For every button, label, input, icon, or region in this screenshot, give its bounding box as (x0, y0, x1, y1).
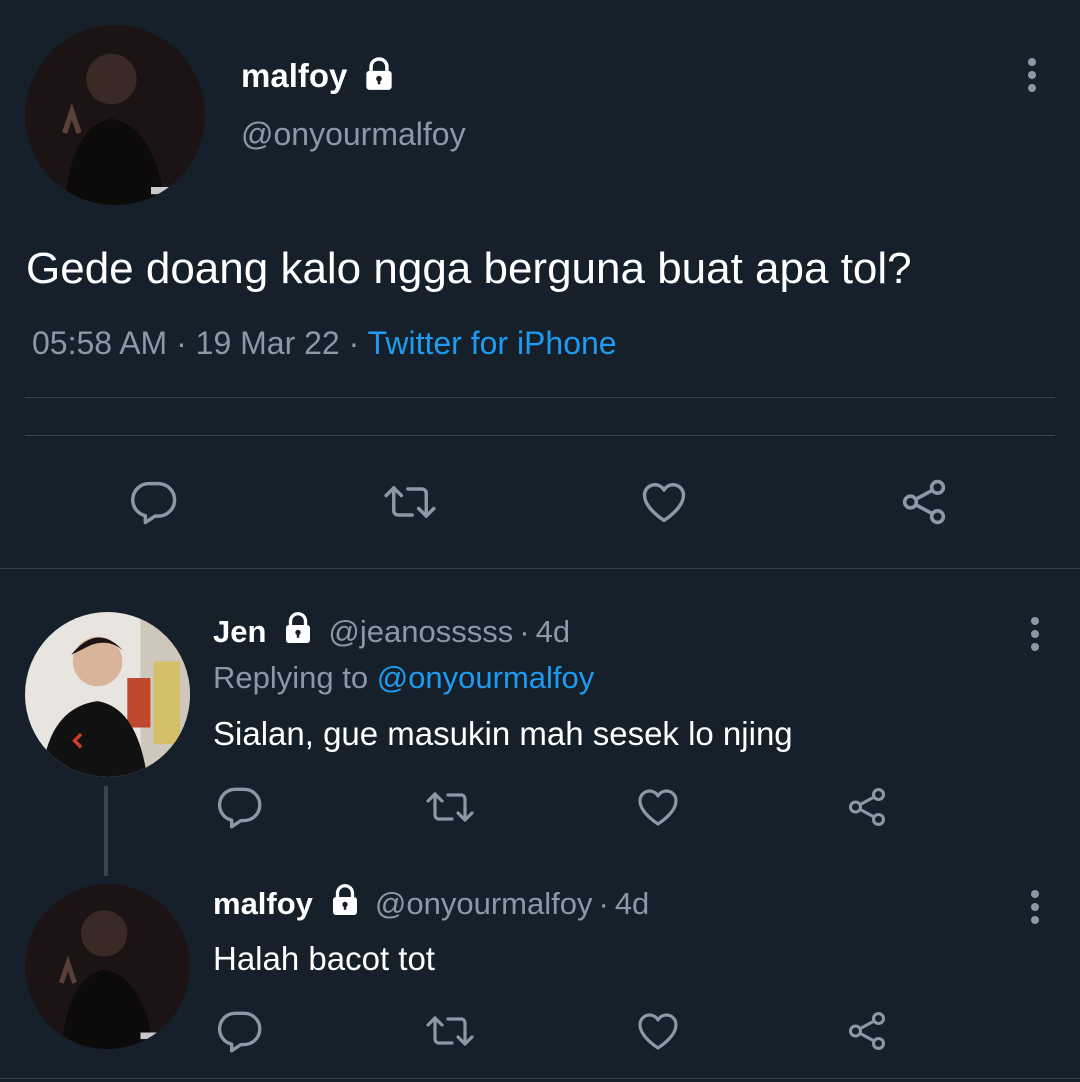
meta-separator: · (598, 886, 609, 921)
divider (25, 435, 1055, 436)
user-avatar-icon (25, 612, 190, 777)
reply-header: malfoy @onyourmalfoy · 4d (213, 884, 649, 924)
meta-separator: · (519, 614, 530, 649)
main-display-name[interactable]: malfoy (241, 57, 347, 95)
like-icon (642, 483, 686, 523)
share-icon (848, 1012, 886, 1050)
reply-icon (217, 787, 262, 829)
lock-icon (280, 610, 316, 654)
main-tweet-text: Gede doang kalo ngga berguna buat apa to… (26, 244, 912, 293)
replying-label: Replying to (213, 660, 369, 695)
like-button[interactable] (632, 1004, 684, 1058)
reply-icon (131, 481, 177, 525)
tweet-date: 19 Mar 22 (195, 325, 340, 361)
reply-header: Jen @jeanosssss · 4d (213, 612, 570, 652)
replying-to: Replying to @onyourmalfoy (213, 660, 594, 696)
share-button[interactable] (842, 1004, 892, 1058)
tweet-meta: 05:58 AM · 19 Mar 22 · Twitter for iPhon… (32, 325, 617, 362)
thread-line (104, 786, 108, 876)
retweet-button[interactable] (420, 780, 480, 834)
reply-avatar[interactable] (25, 612, 190, 777)
section-divider (0, 1078, 1080, 1079)
retweet-icon (426, 1016, 474, 1046)
reply-icon (217, 1011, 262, 1053)
lock-icon (360, 55, 398, 98)
user-avatar-icon (25, 884, 190, 1049)
reply-handle[interactable]: @jeanosssss (328, 614, 513, 650)
reply-button[interactable] (124, 474, 184, 530)
user-avatar-icon (25, 25, 205, 205)
reply-button[interactable] (212, 780, 268, 834)
divider (25, 397, 1055, 398)
reply-display-name[interactable]: Jen (213, 614, 266, 650)
more-vertical-icon[interactable] (1026, 58, 1038, 97)
like-button[interactable] (632, 780, 684, 834)
reply-avatar[interactable] (25, 884, 190, 1049)
reply-handle[interactable]: @onyourmalfoy (375, 886, 593, 922)
section-divider (0, 568, 1080, 569)
like-icon (638, 789, 678, 826)
retweet-icon (426, 792, 474, 822)
meta-separator: · (176, 325, 187, 361)
reply-button[interactable] (212, 1004, 268, 1058)
share-button[interactable] (842, 780, 892, 834)
share-button[interactable] (894, 474, 954, 530)
reply-age: 4d (535, 614, 571, 649)
reply-text: Sialan, gue masukin mah sesek lo njing (213, 715, 793, 752)
like-button[interactable] (634, 474, 694, 530)
like-icon (638, 1013, 678, 1050)
reply-display-name[interactable]: malfoy (213, 886, 313, 922)
share-icon (848, 788, 886, 826)
main-handle[interactable]: @onyourmalfoy (241, 116, 466, 153)
tweet-time: 05:58 AM (32, 325, 168, 361)
more-vertical-icon[interactable] (1029, 617, 1041, 656)
tweet-source-link[interactable]: Twitter for iPhone (368, 325, 617, 361)
meta-separator: · (348, 325, 360, 361)
retweet-button[interactable] (420, 1004, 480, 1058)
reply-text: Halah bacot tot (213, 940, 435, 977)
retweet-button[interactable] (376, 474, 444, 530)
share-icon (902, 479, 946, 525)
main-avatar[interactable] (25, 25, 205, 205)
reply-age: 4d (614, 886, 650, 921)
retweet-icon (384, 486, 436, 518)
replying-to-link[interactable]: @onyourmalfoy (377, 660, 595, 695)
lock-icon (327, 882, 363, 926)
more-vertical-icon[interactable] (1029, 890, 1041, 929)
